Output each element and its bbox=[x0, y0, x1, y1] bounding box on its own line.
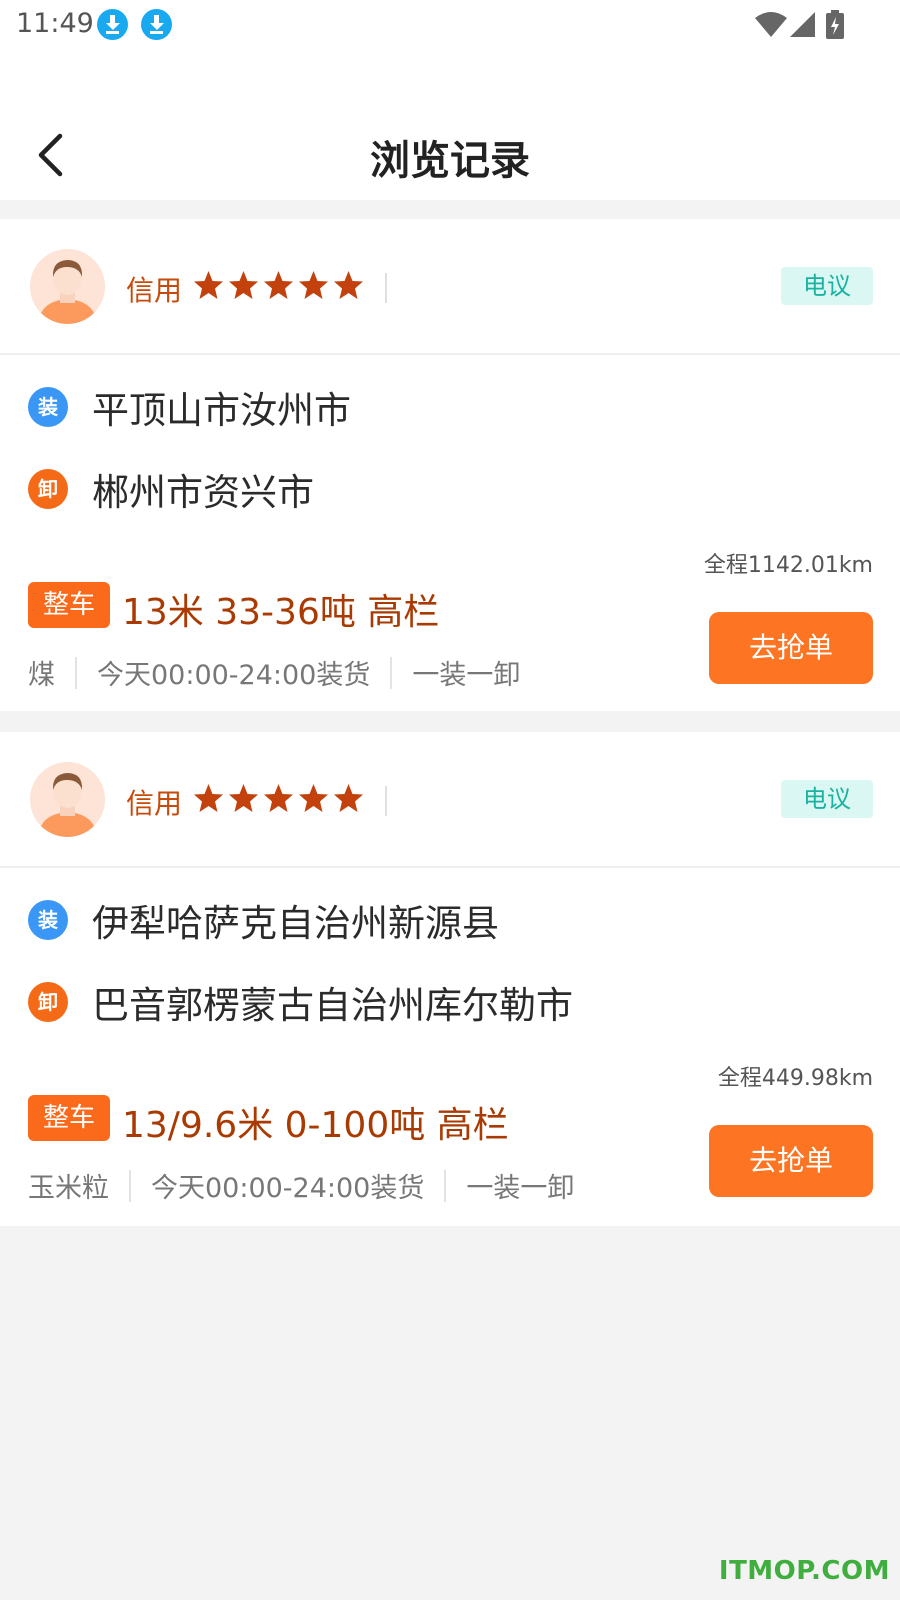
load-place: 平顶山市汝州市 bbox=[92, 389, 351, 432]
star-icon bbox=[299, 271, 328, 299]
star-icon bbox=[334, 271, 363, 299]
distance: 全程449.98km bbox=[717, 1066, 873, 1091]
star-icon bbox=[194, 271, 223, 299]
watermark: ITMOP.COM bbox=[718, 1556, 890, 1586]
load-place: 伊犁哈萨克自治州新源县 bbox=[92, 902, 499, 945]
cargo-info-row: 玉米粒 今天00:00-24:00装货 一装一卸 bbox=[28, 1166, 574, 1205]
star-icon bbox=[229, 784, 258, 812]
star-icon bbox=[264, 271, 293, 299]
cargo-info-row: 煤 今天00:00-24:00装货 一装一卸 bbox=[28, 653, 520, 692]
unload-badge-icon: 卸 bbox=[28, 982, 68, 1022]
distance: 全程1142.01km bbox=[703, 553, 873, 578]
credit-label: 信用 bbox=[126, 787, 183, 820]
wifi-icon bbox=[755, 12, 787, 37]
vehicle-type-tag: 整车 bbox=[28, 582, 110, 628]
star-icon bbox=[299, 784, 328, 812]
divider bbox=[444, 1169, 447, 1202]
load-mode: 一装一卸 bbox=[466, 1173, 575, 1204]
load-time: 今天00:00-24:00装货 bbox=[97, 660, 371, 691]
load-route: 装 平顶山市汝州市 bbox=[28, 382, 351, 432]
status-time: 11:49 bbox=[16, 8, 94, 39]
load-badge-icon: 装 bbox=[28, 900, 68, 940]
download-icon bbox=[97, 9, 128, 40]
divider bbox=[75, 656, 77, 689]
credit-stars bbox=[191, 782, 366, 814]
title-bar: 浏览记录 bbox=[0, 52, 900, 200]
load-mode: 一装一卸 bbox=[412, 660, 521, 691]
record-card[interactable]: 信用 电议 装 平顶山市汝州市 卸 郴州市资兴市 全程1142.01km 整车 … bbox=[0, 219, 900, 711]
download-icon bbox=[141, 9, 172, 40]
load-badge-icon: 装 bbox=[28, 387, 68, 427]
load-route: 装 伊犁哈萨克自治州新源县 bbox=[28, 895, 499, 945]
cargo-spec: 13米 33-36吨 高栏 bbox=[122, 592, 440, 633]
unload-place: 巴音郭楞蒙古自治州库尔勒市 bbox=[92, 984, 573, 1027]
unload-badge-icon: 卸 bbox=[28, 469, 68, 509]
status-bar: 11:49 bbox=[0, 0, 900, 52]
grab-order-button[interactable]: 去抢单 bbox=[709, 612, 873, 684]
star-icon bbox=[264, 784, 293, 812]
goods-name: 玉米粒 bbox=[28, 1173, 109, 1204]
star-icon bbox=[194, 784, 223, 812]
divider bbox=[390, 656, 393, 689]
goods-name: 煤 bbox=[28, 660, 55, 691]
avatar bbox=[30, 249, 105, 324]
unload-route: 卸 郴州市资兴市 bbox=[28, 464, 314, 514]
signal-icon bbox=[790, 12, 815, 37]
record-card[interactable]: 信用 电议 装 伊犁哈萨克自治州新源县 卸 巴音郭楞蒙古自治州库尔勒市 全程44… bbox=[0, 732, 900, 1226]
price-tag: 电议 bbox=[781, 267, 873, 305]
divider bbox=[385, 273, 387, 303]
unload-place: 郴州市资兴市 bbox=[92, 471, 314, 514]
avatar bbox=[30, 762, 105, 837]
divider bbox=[385, 786, 387, 816]
vehicle-type-tag: 整车 bbox=[28, 1095, 110, 1141]
load-time: 今天00:00-24:00装货 bbox=[151, 1173, 425, 1204]
shipper-header: 信用 电议 bbox=[0, 219, 900, 355]
star-icon bbox=[229, 271, 258, 299]
battery-charging-icon bbox=[826, 10, 844, 39]
page-title: 浏览记录 bbox=[370, 138, 530, 184]
cargo-spec: 13/9.6米 0-100吨 高栏 bbox=[122, 1105, 509, 1146]
divider bbox=[129, 1169, 131, 1202]
grab-order-button[interactable]: 去抢单 bbox=[709, 1125, 873, 1197]
star-icon bbox=[334, 784, 363, 812]
credit-stars bbox=[191, 269, 366, 301]
unload-route: 卸 巴音郭楞蒙古自治州库尔勒市 bbox=[28, 977, 573, 1027]
shipper-header: 信用 电议 bbox=[0, 732, 900, 868]
credit-label: 信用 bbox=[126, 274, 183, 307]
price-tag: 电议 bbox=[781, 780, 873, 818]
